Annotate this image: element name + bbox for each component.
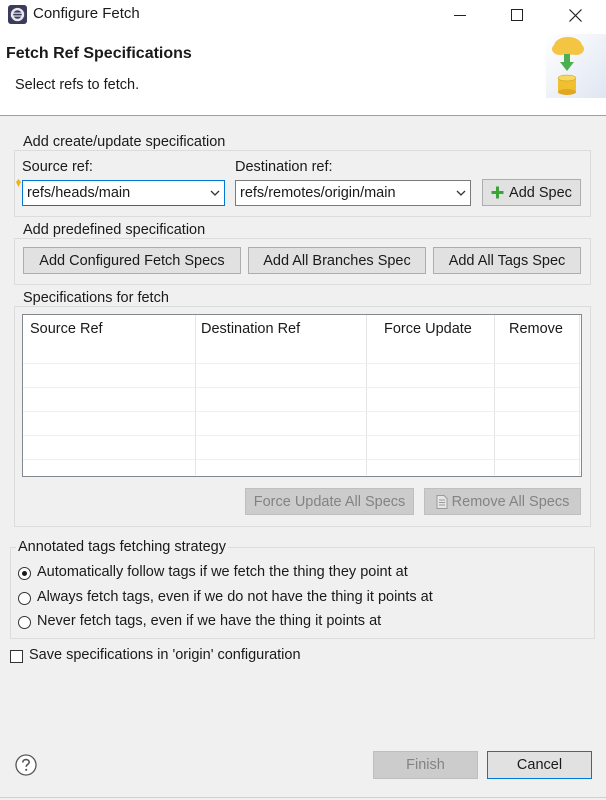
create-spec-legend: Add create/update specification: [21, 134, 228, 150]
destination-ref-combo[interactable]: refs/remotes/origin/main: [235, 180, 471, 206]
save-config-label: Save specifications in 'origin' configur…: [29, 647, 301, 663]
add-configured-fetch-specs-label: Add Configured Fetch Specs: [39, 252, 225, 269]
chevron-down-icon: [210, 190, 220, 196]
specs-legend: Specifications for fetch: [21, 290, 171, 306]
specs-table[interactable]: Source Ref Destination Ref Force Update …: [22, 314, 582, 477]
destination-ref-label: Destination ref:: [235, 159, 333, 175]
fetch-wizard-icon: [546, 34, 606, 98]
page-title: Fetch Ref Specifications: [6, 45, 192, 62]
radio-never-fetch-tags-label: Never fetch tags, even if we have the th…: [37, 613, 382, 629]
radio-selected-dot: [22, 571, 27, 576]
add-all-branches-spec-label: Add All Branches Spec: [263, 252, 411, 269]
add-spec-button[interactable]: Add Spec: [482, 179, 581, 206]
force-update-all-specs-button[interactable]: Force Update All Specs: [245, 488, 414, 515]
source-ref-label: Source ref:: [22, 159, 93, 175]
column-header-destination-ref[interactable]: Destination Ref: [201, 315, 300, 343]
cancel-label: Cancel: [516, 757, 563, 773]
column-separator: [579, 315, 580, 475]
finish-label: Finish: [406, 757, 445, 773]
radio-button[interactable]: [18, 592, 31, 605]
column-separator: [494, 315, 495, 475]
title-bar: Configure Fetch: [0, 0, 606, 30]
column-header-force-update[interactable]: Force Update: [384, 315, 472, 343]
chevron-down-icon: [456, 190, 466, 196]
predefined-spec-legend: Add predefined specification: [21, 222, 208, 238]
add-configured-fetch-specs-button[interactable]: Add Configured Fetch Specs: [23, 247, 241, 274]
maximize-icon: [511, 9, 523, 21]
wizard-banner: Fetch Ref Specifications Select refs to …: [0, 30, 606, 116]
remove-all-specs-button[interactable]: Remove All Specs: [424, 488, 581, 515]
footer-edge: [0, 797, 606, 798]
finish-button[interactable]: Finish: [373, 751, 478, 779]
cancel-button[interactable]: Cancel: [487, 751, 592, 779]
table-row-divider: [23, 387, 581, 388]
column-header-remove[interactable]: Remove: [509, 315, 563, 343]
minimize-button[interactable]: [437, 0, 483, 30]
add-all-branches-spec-button[interactable]: Add All Branches Spec: [248, 247, 426, 274]
radio-always-fetch-tags-label: Always fetch tags, even if we do not hav…: [37, 589, 433, 605]
minimize-icon: [454, 15, 466, 16]
maximize-button[interactable]: [494, 0, 540, 30]
save-config-checkbox[interactable]: [10, 650, 23, 663]
page-description: Select refs to fetch.: [15, 77, 140, 93]
radio-always-fetch-tags[interactable]: Always fetch tags, even if we do not hav…: [18, 589, 488, 609]
radio-never-fetch-tags[interactable]: Never fetch tags, even if we have the th…: [18, 613, 488, 633]
tags-strategy-legend: Annotated tags fetching strategy: [16, 539, 228, 555]
source-ref-value: refs/heads/main: [27, 185, 131, 201]
table-row-divider: [23, 459, 581, 460]
column-separator: [366, 315, 367, 475]
source-ref-combo[interactable]: refs/heads/main: [22, 180, 225, 206]
radio-button[interactable]: [18, 616, 31, 629]
radio-follow-tags[interactable]: Automatically follow tags if we fetch th…: [18, 564, 488, 584]
table-row-divider: [23, 363, 581, 364]
add-all-tags-spec-label: Add All Tags Spec: [448, 252, 566, 269]
eclipse-app-icon: [8, 5, 27, 24]
add-all-tags-spec-button[interactable]: Add All Tags Spec: [433, 247, 581, 274]
radio-follow-tags-label: Automatically follow tags if we fetch th…: [37, 564, 408, 580]
remove-all-specs-label: Remove All Specs: [451, 493, 570, 510]
add-spec-label: Add Spec: [509, 184, 572, 201]
column-header-source-ref[interactable]: Source Ref: [30, 315, 103, 343]
table-row-divider: [23, 435, 581, 436]
column-separator: [195, 315, 196, 475]
window-title: Configure Fetch: [33, 5, 140, 22]
close-icon: [568, 8, 582, 22]
remove-document-icon: [436, 494, 448, 509]
help-icon[interactable]: [15, 754, 37, 776]
content-assist-icon: [16, 179, 21, 187]
force-update-all-specs-label: Force Update All Specs: [253, 493, 406, 510]
add-icon: [491, 186, 504, 199]
table-row-divider: [23, 411, 581, 412]
save-config-option[interactable]: Save specifications in 'origin' configur…: [10, 647, 340, 667]
destination-ref-value: refs/remotes/origin/main: [240, 185, 396, 201]
close-button[interactable]: [552, 0, 598, 30]
radio-button[interactable]: [18, 567, 31, 580]
